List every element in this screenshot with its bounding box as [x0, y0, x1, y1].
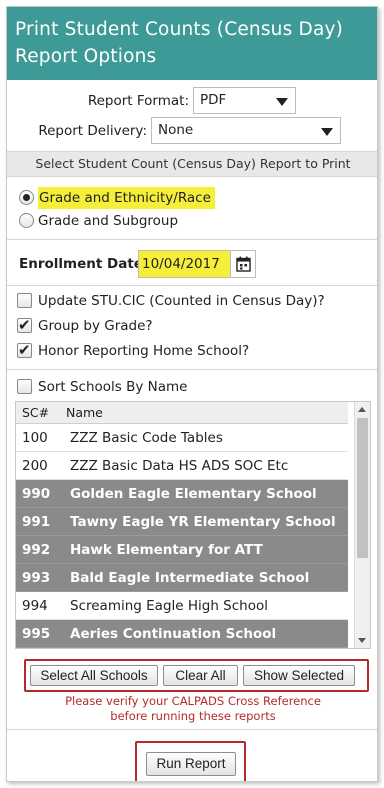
report-format-label: Report Format: — [87, 93, 189, 109]
cell-name: Golden Eagle Elementary School — [70, 486, 317, 502]
report-delivery-label: Report Delivery: — [38, 123, 147, 139]
radio-label: Grade and Subgroup — [38, 213, 179, 229]
checkbox[interactable]: ✔ — [17, 341, 32, 359]
chevron-down-icon — [321, 128, 333, 136]
select-all-schools-button[interactable]: Select All Schools — [30, 665, 158, 686]
radio-grade-ethnicity[interactable]: Grade and Ethnicity/Race — [17, 187, 237, 209]
checkbox-sort-schools-by-name[interactable]: Sort Schools By Name — [17, 377, 217, 397]
cell-sc: 995 — [22, 626, 51, 642]
table-row[interactable]: 995 Aeries Continuation School — [16, 620, 348, 648]
cell-name: Aeries Continuation School — [70, 626, 277, 642]
scrollbar-thumb[interactable] — [357, 418, 368, 558]
enrollment-date-input[interactable]: 10/04/2017 — [138, 250, 234, 278]
table-scrollbar[interactable] — [354, 402, 370, 648]
column-header-sc: SC# — [22, 405, 50, 420]
divider — [7, 239, 377, 240]
table-row[interactable]: 100 ZZZ Basic Code Tables — [16, 424, 348, 452]
page-title: Print Student Counts (Census Day) Report… — [15, 19, 344, 67]
cell-name: ZZZ Basic Data HS ADS SOC Etc — [70, 458, 289, 474]
cell-name: ZZZ Basic Code Tables — [70, 430, 223, 446]
cell-sc: 100 — [22, 430, 48, 446]
radio-label: Grade and Ethnicity/Race — [38, 187, 215, 209]
schools-table: SC# Name 100 ZZZ Basic Code Tables 200 Z… — [15, 401, 371, 649]
radio-button[interactable] — [19, 190, 34, 205]
run-report-button[interactable]: Run Report — [146, 752, 236, 776]
cell-name: Tawny Eagle YR Elementary School — [70, 514, 336, 530]
table-row[interactable]: 990 Golden Eagle Elementary School — [16, 480, 348, 508]
calpads-warning-line1: Please verify your CALPADS Cross Referen… — [65, 694, 321, 708]
radio-grade-subgroup[interactable]: Grade and Subgroup — [17, 210, 237, 232]
calendar-button[interactable] — [230, 250, 256, 278]
checkbox[interactable] — [17, 293, 32, 308]
show-selected-button[interactable]: Show Selected — [243, 665, 355, 686]
cell-sc: 994 — [22, 598, 48, 614]
enrollment-date-label: Enrollment Date: — [19, 256, 149, 272]
report-delivery-select[interactable]: None — [151, 117, 341, 144]
checkbox-group-by-grade[interactable]: ✔ Group by Grade? — [17, 316, 217, 336]
scroll-down-arrow-icon[interactable] — [358, 638, 366, 643]
cell-sc: 200 — [22, 458, 48, 474]
scroll-up-arrow-icon[interactable] — [358, 407, 366, 412]
report-delivery-value: None — [158, 122, 194, 138]
column-header-name: Name — [66, 405, 103, 420]
cell-sc: 992 — [22, 542, 51, 558]
checkbox[interactable] — [17, 379, 32, 394]
checkmark-icon: ✔ — [18, 341, 31, 359]
checkmark-icon: ✔ — [18, 316, 31, 334]
checkbox-honor-reporting-home-school[interactable]: ✔ Honor Reporting Home School? — [17, 341, 297, 361]
cell-name: Hawk Elementary for ATT — [70, 542, 263, 558]
report-format-select[interactable]: PDF — [193, 87, 296, 114]
checkbox-label: Sort Schools By Name — [38, 379, 188, 395]
calendar-icon — [236, 256, 251, 272]
table-header: SC# Name — [16, 402, 348, 424]
table-row[interactable]: 993 Bald Eagle Intermediate School — [16, 564, 348, 592]
radio-button[interactable] — [19, 213, 34, 228]
checkbox-label: Update STU.CIC (Counted in Census Day)? — [38, 293, 325, 309]
report-options-panel: Print Student Counts (Census Day) Report… — [6, 6, 378, 782]
chevron-down-icon — [276, 98, 288, 106]
report-format-value: PDF — [200, 92, 227, 108]
cell-sc: 993 — [22, 570, 51, 586]
table-row[interactable]: 994 Screaming Eagle High School — [16, 592, 348, 620]
report-section-title: Select Student Count (Census Day) Report… — [7, 151, 377, 177]
cell-name: Screaming Eagle High School — [70, 598, 268, 614]
checkbox-update-stu-cic[interactable]: Update STU.CIC (Counted in Census Day)? — [17, 291, 357, 311]
cell-name: Bald Eagle Intermediate School — [70, 570, 310, 586]
checkbox-label: Honor Reporting Home School? — [38, 343, 250, 359]
panel-header: Print Student Counts (Census Day) Report… — [7, 7, 377, 80]
calpads-warning-line2: before running these reports — [110, 709, 276, 723]
divider — [7, 369, 377, 370]
divider — [7, 285, 377, 286]
divider — [7, 729, 377, 730]
cell-sc: 990 — [22, 486, 51, 502]
table-row[interactable]: 991 Tawny Eagle YR Elementary School — [16, 508, 348, 536]
table-row[interactable]: 992 Hawk Elementary for ATT — [16, 536, 348, 564]
cell-sc: 991 — [22, 514, 51, 530]
checkbox[interactable]: ✔ — [17, 316, 32, 334]
table-row[interactable]: 200 ZZZ Basic Data HS ADS SOC Etc — [16, 452, 348, 480]
clear-all-button[interactable]: Clear All — [163, 665, 238, 686]
checkbox-label: Group by Grade? — [38, 318, 153, 334]
